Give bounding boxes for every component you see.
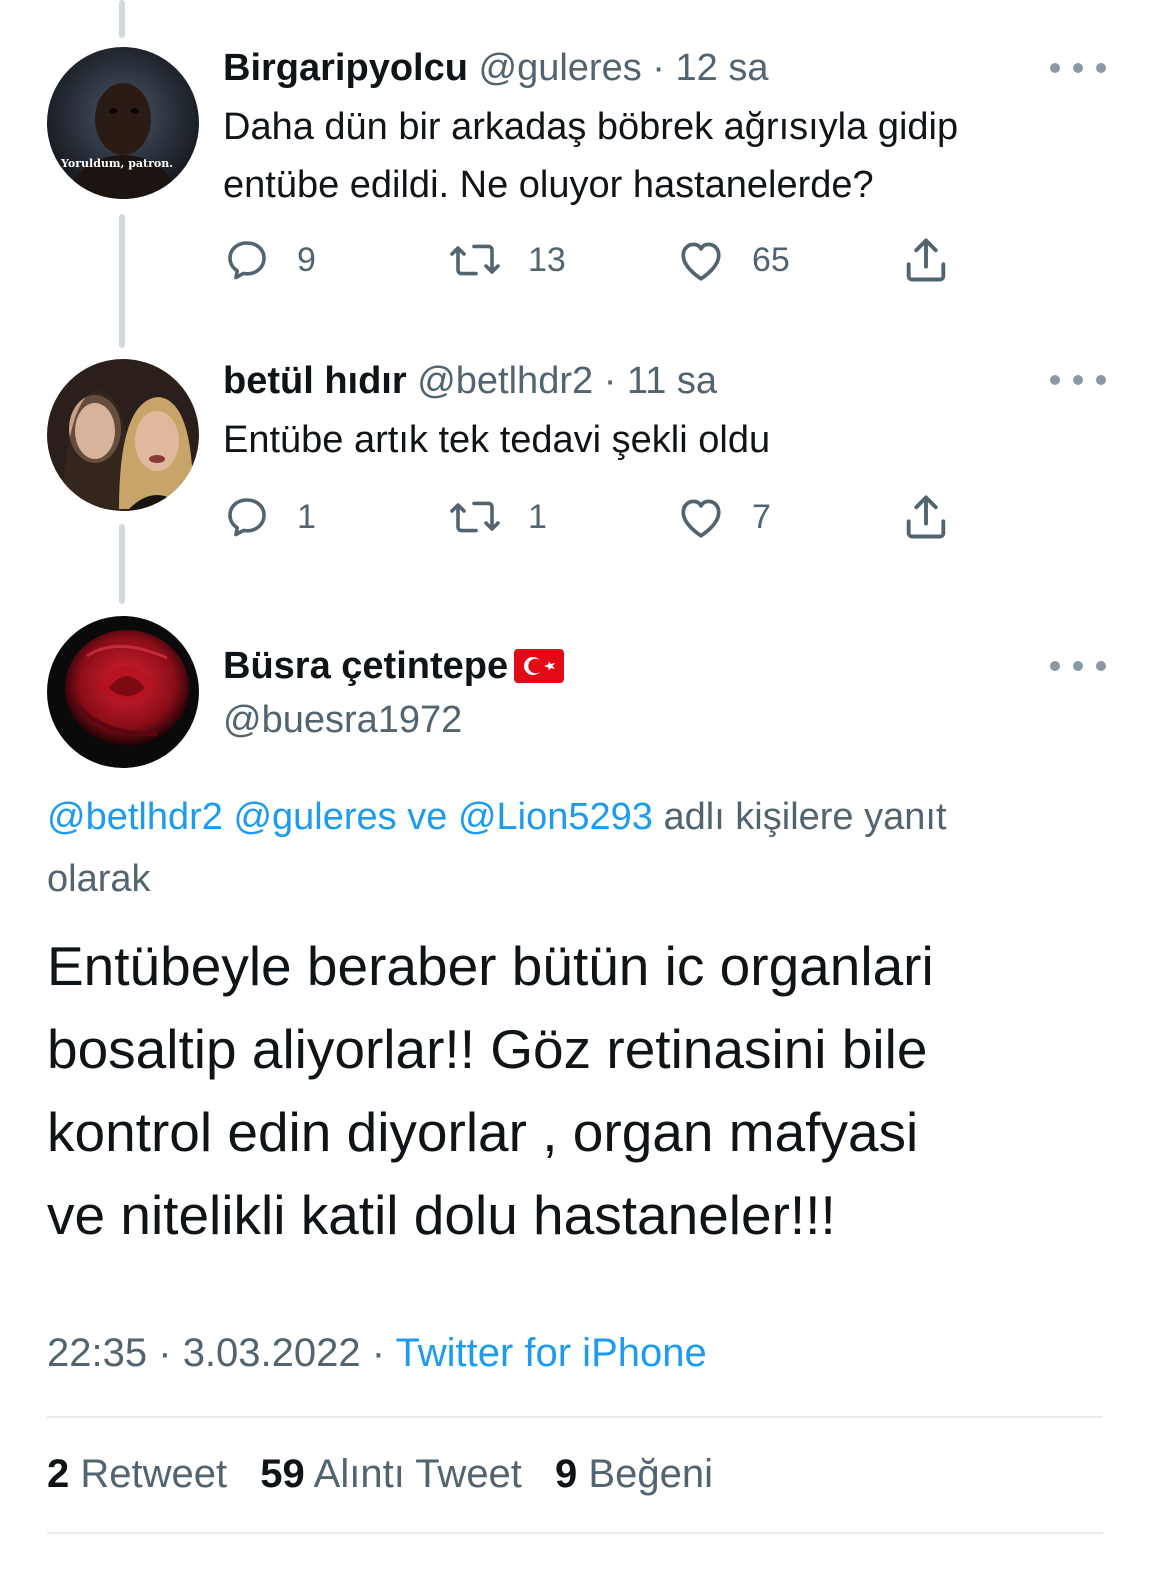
tweet-stats: 2 Retweet 59 Alıntı Tweet 9 Beğeni: [47, 1448, 735, 1500]
replying-suffix: adlı kişilere yanıt: [663, 796, 947, 838]
separator: ·: [652, 47, 665, 89]
retweet-button[interactable]: 13: [448, 236, 566, 284]
more-icon[interactable]: [1050, 58, 1106, 78]
display-name[interactable]: betül hıdır: [223, 360, 407, 402]
tweet-header: Birgaripyolcu @guleres · 12 sa: [223, 46, 768, 90]
reply-icon: [228, 241, 266, 280]
tweet-header: betül hıdır @betlhdr2 · 11 sa: [223, 359, 717, 403]
divider: [47, 1532, 1103, 1534]
handle[interactable]: @guleres: [479, 47, 642, 89]
more-icon[interactable]: [1050, 656, 1106, 676]
reply-button[interactable]: 1: [223, 493, 316, 541]
like-count: 7: [752, 497, 771, 536]
divider: [47, 1416, 1103, 1418]
likes-stat[interactable]: 9 Beğeni: [555, 1452, 713, 1496]
more-icon[interactable]: [1050, 370, 1106, 390]
heart-icon: [681, 242, 721, 281]
tweet-text-line: Daha dün bir arkadaş böbrek ağrısıyla gi…: [223, 106, 959, 148]
thread-tweet-1[interactable]: Yoruldum, patron. Birgaripyolcu @guleres…: [0, 0, 1170, 320]
avatar-birgaripyolcu[interactable]: Yoruldum, patron.: [47, 47, 199, 199]
main-tweet-text: Entübeyle beraber bütün ic organlari bos…: [47, 925, 1137, 1257]
retweet-count: 13: [528, 240, 566, 279]
mention-link[interactable]: @Lion5293: [458, 796, 653, 838]
share-button[interactable]: [900, 234, 952, 286]
tweet-text-line: ve nitelikli katil dolu hastaneler!!!: [47, 1184, 836, 1246]
avatar-betul-hidir[interactable]: [47, 359, 199, 511]
reply-count: 1: [297, 497, 316, 536]
reply-count: 9: [297, 240, 316, 279]
retweet-icon: [450, 501, 500, 533]
like-button[interactable]: 7: [676, 493, 771, 541]
handle[interactable]: @betlhdr2: [417, 360, 593, 402]
tweet-text-line: kontrol edin diyorlar , organ mafyasi: [47, 1101, 919, 1163]
mention-conjunction[interactable]: ve: [407, 796, 447, 838]
timestamp[interactable]: 11 sa: [627, 360, 717, 402]
quotes-label: Alıntı Tweet: [313, 1452, 522, 1496]
main-display-name[interactable]: Büsra çetintepe: [223, 643, 565, 689]
retweets-label: Retweet: [80, 1452, 228, 1496]
tweet-text: Entübe artık tek tedavi şekli oldu: [223, 411, 770, 469]
retweets-count: 2: [47, 1452, 70, 1496]
main-handle[interactable]: @buesra1972: [223, 697, 462, 743]
share-icon: [906, 495, 946, 539]
tweet-text-line: entübe edildi. Ne oluyor hastanelerde?: [223, 164, 874, 206]
tweet-text-line: Entübeyle beraber bütün ic organlari: [47, 935, 934, 997]
display-name[interactable]: Büsra çetintepe: [223, 643, 508, 689]
like-button[interactable]: 65: [676, 236, 790, 284]
avatar-caption: Yoruldum, patron.: [61, 157, 174, 170]
tweet-meta: 22:35 · 3.03.2022 · Twitter for iPhone: [47, 1327, 707, 1379]
avatar-busra-cetintepe[interactable]: [47, 616, 199, 768]
tweet-text: Daha dün bir arkadaş böbrek ağrısıyla gi…: [223, 98, 958, 214]
heart-icon: [681, 499, 721, 538]
separator: ·: [371, 1331, 386, 1375]
reply-button[interactable]: 9: [223, 236, 316, 284]
retweet-button[interactable]: 1: [448, 493, 547, 541]
likes-count: 9: [555, 1452, 578, 1496]
retweets-stat[interactable]: 2 Retweet: [47, 1452, 227, 1496]
tweet-time: 22:35: [47, 1331, 148, 1375]
replying-to: @betlhdr2 @guleres ve @Lion5293 adlı kiş…: [47, 786, 1127, 910]
thread-tweet-2[interactable]: betül hıdır @betlhdr2 · 11 sa Entübe art…: [0, 359, 1170, 589]
retweet-icon: [450, 244, 500, 276]
display-name[interactable]: Birgaripyolcu: [223, 47, 468, 89]
likes-label: Beğeni: [588, 1452, 713, 1496]
tweet-source-link[interactable]: Twitter for iPhone: [395, 1331, 706, 1375]
retweet-count: 1: [528, 497, 547, 536]
share-icon: [906, 238, 946, 282]
share-button[interactable]: [900, 491, 952, 543]
tweet-text-line: bosaltip aliyorlar!! Göz retinasini bile: [47, 1018, 928, 1080]
separator: ·: [603, 360, 617, 402]
turkey-flag-icon: [514, 649, 565, 683]
mention-link[interactable]: @betlhdr2: [47, 796, 223, 838]
mention-link[interactable]: @guleres: [233, 796, 396, 838]
like-count: 65: [752, 240, 790, 279]
tweet-date: 3.03.2022: [182, 1331, 361, 1375]
reply-icon: [228, 498, 266, 537]
timestamp[interactable]: 12 sa: [676, 47, 769, 89]
quotes-count: 59: [260, 1452, 305, 1496]
tweet-text-line: Entübe artık tek tedavi şekli oldu: [223, 419, 771, 461]
quotes-stat[interactable]: 59 Alıntı Tweet: [260, 1452, 522, 1496]
separator: ·: [158, 1331, 172, 1375]
replying-suffix: olarak: [47, 858, 151, 900]
